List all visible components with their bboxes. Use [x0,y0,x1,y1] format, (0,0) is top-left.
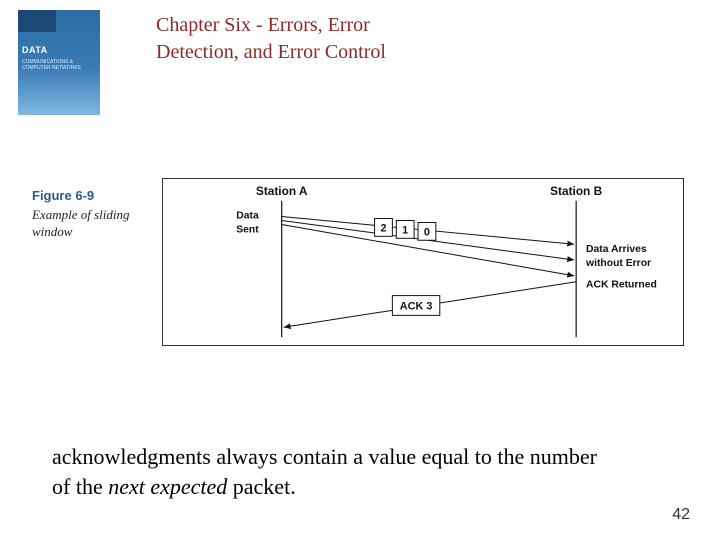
data-sent-label-line2: Sent [236,224,259,235]
book-cover-thumbnail: DATA COMMUNICATIONS & COMPUTER NETWORKS [18,10,100,115]
footer-paragraph: acknowledgments always contain a value e… [52,442,602,501]
station-a-label: Station A [256,184,308,198]
station-b-label: Station B [550,184,602,198]
data-sent-label-line1: Data [236,211,259,222]
packet-boxes: 2 1 0 [375,219,436,241]
packet-box-2: 2 [380,222,386,234]
book-cover-subtitle: COMMUNICATIONS & COMPUTER NETWORKS [22,60,100,71]
footer-text-post: packet. [227,474,295,499]
chapter-title: Chapter Six - Errors, Error Detection, a… [156,12,446,66]
packet-box-0: 0 [424,226,430,238]
footer-text-italic: next expected [108,474,227,499]
book-cover-band [18,10,56,32]
figure-area: Figure 6-9 Example of sliding window Sta… [32,188,692,241]
book-cover-title: DATA [22,46,48,56]
page-number: 42 [672,506,690,524]
sliding-window-diagram: Station A Station B Data Sent 2 [162,178,684,346]
diagram-svg: Station A Station B Data Sent 2 [163,179,683,345]
figure-caption: Example of sliding window [32,207,152,241]
data-arrives-line2: without Error [585,258,651,269]
slide-header: DATA COMMUNICATIONS & COMPUTER NETWORKS … [0,0,720,115]
data-arrives-line1: Data Arrives [586,244,647,255]
ack-box-label: ACK 3 [400,300,433,312]
packet-box-1: 1 [402,224,408,236]
ack-returned-label: ACK Returned [586,280,657,291]
